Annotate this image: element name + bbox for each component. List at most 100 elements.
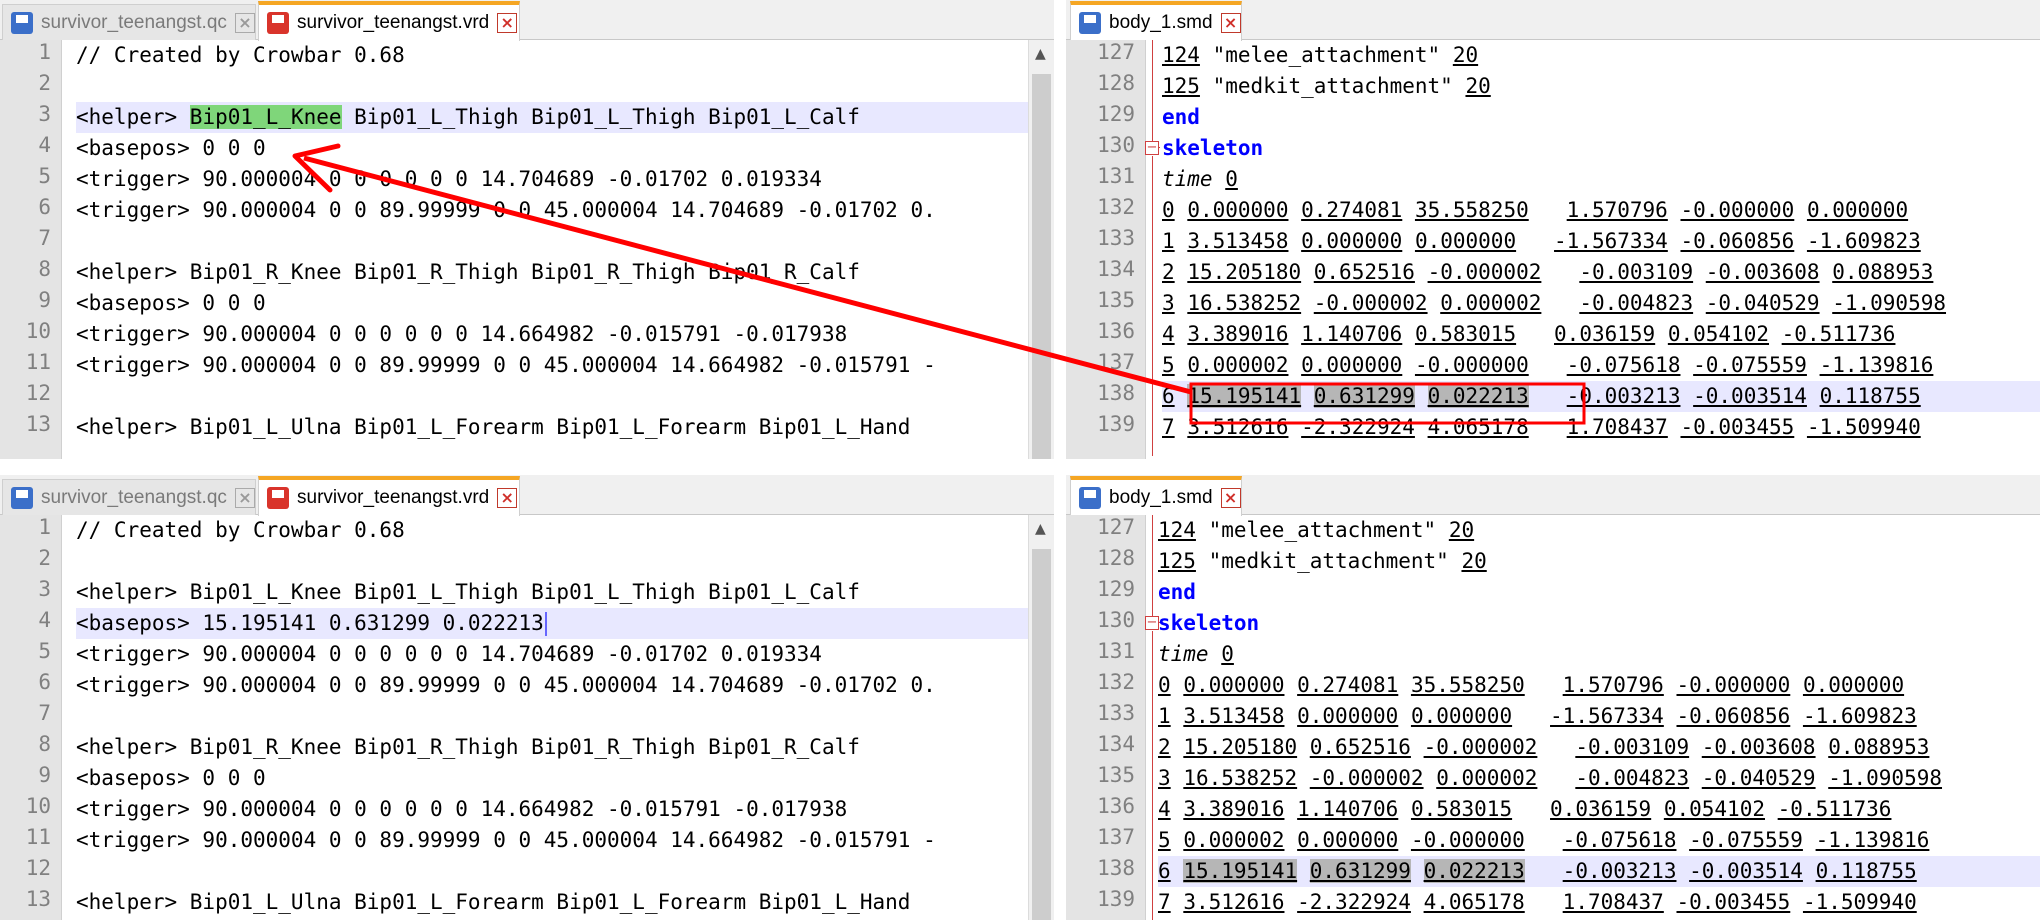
pos-z: 35.558250 <box>1410 673 1525 697</box>
vrd-editor[interactable]: 1 2 3 4 5 6 7 8 9 10 11 12 13 // Created… <box>0 515 1054 920</box>
rot-y: -0.060856 <box>1680 229 1795 253</box>
smd-editor[interactable]: 127 128 129 130 131 132 133 134 135 1 3 6 … <box>1066 515 2040 920</box>
close-icon[interactable]: × <box>497 13 518 33</box>
tab-survivor-teenangst-qc[interactable]: survivor_teenangst.qc × <box>2 479 256 515</box>
rot-z: -1.609823 <box>1806 229 1921 253</box>
smd-bone-row: 4 3.389016 1.140706 0.583015 0.036159 0.… <box>1158 794 2040 825</box>
rot-y: -0.075559 <box>1693 353 1807 377</box>
line-number: 11 <box>25 825 51 849</box>
line-number: 137 <box>1097 825 1135 849</box>
fold-toggle-icon[interactable]: − <box>1145 616 1159 630</box>
line-number: 138 <box>1097 381 1135 405</box>
pos-x: 16.538252 <box>1183 766 1298 790</box>
pos-z: -0.000000 <box>1414 353 1529 377</box>
rot-z: 0.118755 <box>1819 384 1921 408</box>
line-number: 5 <box>38 639 51 663</box>
pos-y: -0.000002 <box>1313 291 1428 315</box>
code-line-6: <trigger> 90.000004 0 0 89.99999 0 0 45.… <box>76 673 936 697</box>
rot-z: -1.509940 <box>1806 415 1921 439</box>
rot-y: -0.040529 <box>1705 291 1820 315</box>
code-line-13: <helper> Bip01_L_Ulna Bip01_L_Forearm Bi… <box>76 415 911 439</box>
code-line-9: <basepos> 0 0 0 <box>76 291 266 315</box>
rot-y: -0.040529 <box>1701 766 1816 790</box>
rot-z: -1.090598 <box>1828 766 1943 790</box>
scrollbar-thumb[interactable] <box>1032 549 1051 920</box>
line-number: 130 <box>1097 608 1135 632</box>
smd-rows[interactable]: 0 0.000000 0.274081 35.558250 1.570796 -… <box>1162 40 2040 459</box>
bone-id: 0 <box>1158 673 1171 697</box>
tab-survivor-teenangst-vrd[interactable]: survivor_teenangst.vrd × <box>258 476 520 516</box>
line-number: 9 <box>38 763 51 787</box>
pos-z: 0.000000 <box>1414 229 1517 253</box>
line-number: 12 <box>25 856 51 880</box>
close-icon[interactable]: × <box>497 488 518 508</box>
scroll-up-arrow-icon[interactable]: ▲ <box>1035 521 1046 537</box>
code-area[interactable]: // Created by Crowbar 0.68 <helper> Bip0… <box>76 40 1028 459</box>
bottom-right-editor-pane: body_1.smd × 127 128 129 130 131 132 133… <box>1066 475 2040 920</box>
line-number: 130 <box>1097 133 1135 157</box>
pos-z: 0.000002 <box>1440 291 1542 315</box>
pos-x: 0.000000 <box>1183 673 1285 697</box>
line-number: 127 <box>1097 40 1135 64</box>
line-number: 6 <box>38 670 51 694</box>
pos-x: 0.000002 <box>1183 828 1285 852</box>
smd-bone-row: 2 15.205180 0.652516 -0.000002 -0.003109… <box>1158 732 2040 763</box>
code-area[interactable]: // Created by Crowbar 0.68 <helper> Bip0… <box>76 515 1028 920</box>
pos-x: 16.538252 <box>1187 291 1302 315</box>
code-line-13: <helper> Bip01_L_Ulna Bip01_L_Forearm Bi… <box>76 890 911 914</box>
line-number: 11 <box>25 350 51 374</box>
line-number: 133 <box>1097 701 1135 725</box>
smd-rows[interactable]: 0 0.000000 0.274081 35.558250 1.570796 -… <box>1158 515 2040 920</box>
tab-label: survivor_teenangst.qc <box>41 11 227 33</box>
code-line-6: <trigger> 90.000004 0 0 89.99999 0 0 45.… <box>76 198 936 222</box>
line-number: 132 <box>1097 670 1135 694</box>
tab-body-1-smd[interactable]: body_1.smd × <box>1070 1 1242 41</box>
tab-survivor-teenangst-qc[interactable]: survivor_teenangst.qc × <box>2 4 256 40</box>
line-number: 129 <box>1097 577 1135 601</box>
rot-x: 0.036159 <box>1554 322 1656 346</box>
pos-z: 4.065178 <box>1427 415 1529 439</box>
code-line-11: <trigger> 90.000004 0 0 89.99999 0 0 45.… <box>76 828 936 852</box>
line-number: 131 <box>1097 164 1135 188</box>
fold-guide <box>1152 631 1153 920</box>
line-number: 2 <box>38 546 51 570</box>
smd-bone-row: 4 3.389016 1.140706 0.583015 0.036159 0.… <box>1162 319 2040 350</box>
pos-z: 0.022213 <box>1423 859 1525 883</box>
code-line-1: // Created by Crowbar 0.68 <box>76 518 405 542</box>
smd-bone-row: 2 15.205180 0.652516 -0.000002 -0.003109… <box>1162 257 2040 288</box>
smd-editor[interactable]: 127 128 129 130 131 132 133 134 135 1 3 6 … <box>1066 40 2040 459</box>
rot-x: -0.003213 <box>1562 859 1677 883</box>
rot-y: -0.003514 <box>1689 859 1803 883</box>
tab-body-1-smd[interactable]: body_1.smd × <box>1070 476 1242 516</box>
rot-y: -0.075559 <box>1689 828 1803 852</box>
code-line-4-basepos: <basepos> 15.195141 0.631299 0.022213 <box>76 608 1028 639</box>
pos-y: 0.000000 <box>1297 704 1399 728</box>
vertical-scrollbar[interactable]: ▲ <box>1028 515 1054 920</box>
top-right-tab-bar: body_1.smd × <box>1066 0 2040 41</box>
vrd-editor[interactable]: 1 2 3 4 5 6 7 8 9 10 11 12 13 // Created… <box>0 40 1054 459</box>
vertical-scrollbar[interactable]: ▲ <box>1028 40 1054 459</box>
smd-bone-row: 3 16.538252 -0.000002 0.000002 -0.004823… <box>1158 763 2040 794</box>
rot-z: -0.511736 <box>1781 322 1896 346</box>
rot-x: -1.567334 <box>1550 704 1664 728</box>
close-icon[interactable]: × <box>234 12 255 33</box>
rot-x: -0.004823 <box>1579 291 1694 315</box>
line-number: 135 <box>1097 763 1135 787</box>
pos-y: 0.274081 <box>1301 198 1403 222</box>
line-number: 138 <box>1097 856 1135 880</box>
close-icon[interactable]: × <box>234 487 255 508</box>
line-number-gutter: 127 128 129 130 131 132 133 134 135 136 … <box>1066 40 1146 459</box>
scroll-up-arrow-icon[interactable]: ▲ <box>1035 46 1046 62</box>
close-icon[interactable]: × <box>1220 488 1241 508</box>
bone-id: 3 <box>1158 766 1171 790</box>
pos-x: 3.513458 <box>1183 704 1285 728</box>
line-number: 134 <box>1097 257 1135 281</box>
line-number: 5 <box>38 164 51 188</box>
scrollbar-thumb[interactable] <box>1032 74 1051 459</box>
close-icon[interactable]: × <box>1220 13 1241 33</box>
rot-x: 1.708437 <box>1566 415 1668 439</box>
code-line-11: <trigger> 90.000004 0 0 89.99999 0 0 45.… <box>76 353 936 377</box>
line-number: 3 <box>38 102 51 126</box>
fold-toggle-icon[interactable]: − <box>1145 141 1159 155</box>
tab-survivor-teenangst-vrd[interactable]: survivor_teenangst.vrd × <box>258 1 520 41</box>
